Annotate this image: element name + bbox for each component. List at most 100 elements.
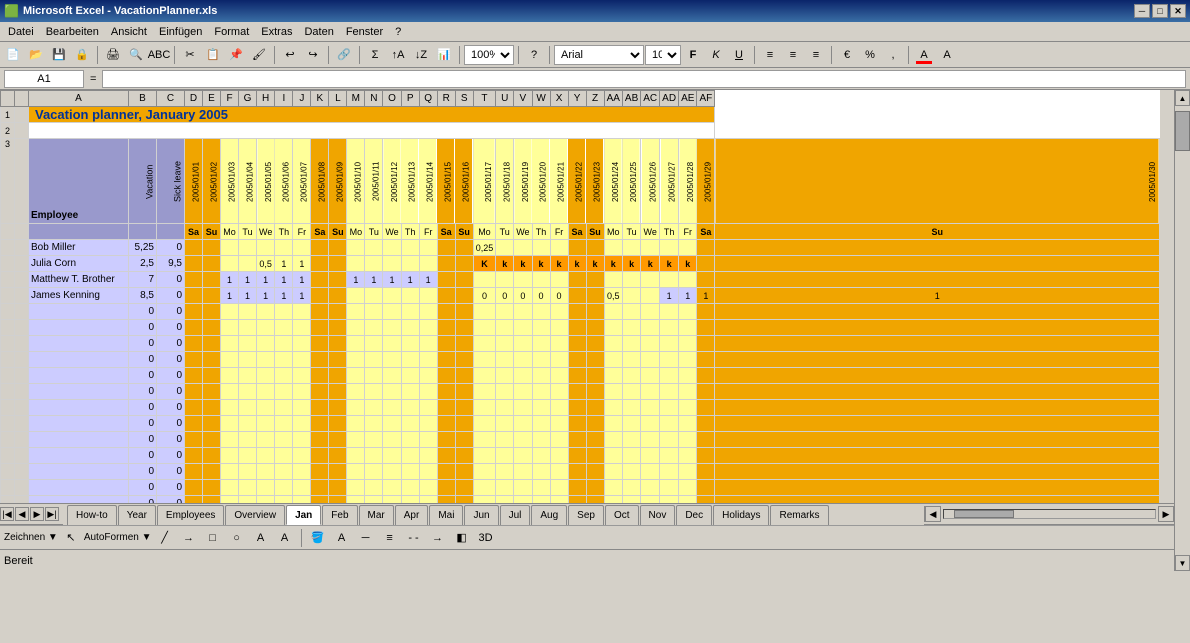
vscroll-track[interactable] xyxy=(1175,106,1190,555)
tab-oct[interactable]: Oct xyxy=(605,505,639,525)
font-select[interactable]: Arial xyxy=(554,45,644,65)
menu-extras[interactable]: Extras xyxy=(255,24,298,40)
font-color-button[interactable]: A xyxy=(936,44,958,66)
align-left[interactable]: ≡ xyxy=(759,44,781,66)
autosum-button[interactable]: Σ xyxy=(364,44,386,66)
format-painter[interactable]: 🖌 xyxy=(248,44,270,66)
permission-button[interactable]: 🔒 xyxy=(71,44,93,66)
hscroll-right[interactable]: ▶ xyxy=(1158,506,1174,522)
emp-vac-james: 8,5 xyxy=(129,288,157,304)
tab-mai[interactable]: Mai xyxy=(429,505,463,525)
arrow-style[interactable]: → xyxy=(427,527,449,549)
shadow-style[interactable]: ◧ xyxy=(451,527,473,549)
zoom-select[interactable]: 100% xyxy=(464,45,514,65)
menu-bearbeiten[interactable]: Bearbeiten xyxy=(40,24,105,40)
percent-button[interactable]: % xyxy=(859,44,881,66)
date-col-13: 2005/01/13 xyxy=(401,139,419,224)
cut-button[interactable]: ✂ xyxy=(179,44,201,66)
line-color[interactable]: ─ xyxy=(355,527,377,549)
tab-jul[interactable]: Jul xyxy=(500,505,531,525)
maximize-button[interactable]: □ xyxy=(1152,4,1168,18)
bold-button[interactable]: F xyxy=(682,44,704,66)
spell-button[interactable]: ABC xyxy=(148,44,170,66)
hscroll-thumb[interactable] xyxy=(954,510,1014,518)
draw-cursor[interactable]: ↖ xyxy=(60,527,82,549)
hscroll-left[interactable]: ◀ xyxy=(925,506,941,522)
tab-jun[interactable]: Jun xyxy=(464,505,498,525)
fill-color-button[interactable]: A xyxy=(913,44,935,66)
menu-format[interactable]: Format xyxy=(208,24,255,40)
tab-year[interactable]: Year xyxy=(118,505,156,525)
vscroll-down[interactable]: ▼ xyxy=(1175,555,1190,571)
draw-oval[interactable]: ○ xyxy=(226,527,248,549)
tab-next-btn[interactable]: ▶ xyxy=(30,507,44,521)
thousands-button[interactable]: , xyxy=(882,44,904,66)
paste-button[interactable]: 📌 xyxy=(225,44,247,66)
menu-daten[interactable]: Daten xyxy=(298,24,339,40)
menu-help[interactable]: ? xyxy=(389,24,407,40)
draw-rect[interactable]: □ xyxy=(202,527,224,549)
draw-textbox[interactable]: A xyxy=(250,527,272,549)
menu-fenster[interactable]: Fenster xyxy=(340,24,389,40)
currency-button[interactable]: € xyxy=(836,44,858,66)
tab-overview[interactable]: Overview xyxy=(225,505,285,525)
tab-dec[interactable]: Dec xyxy=(676,505,712,525)
hscroll-track[interactable] xyxy=(943,509,1156,519)
new-button[interactable]: 📄 xyxy=(2,44,24,66)
vscroll-thumb[interactable] xyxy=(1175,111,1190,151)
tab-holidays[interactable]: Holidays xyxy=(713,505,769,525)
cell-reference-input[interactable] xyxy=(4,70,84,88)
align-center[interactable]: ≡ xyxy=(782,44,804,66)
print-button[interactable]: 🖨 xyxy=(102,44,124,66)
hyperlink-button[interactable]: 🔗 xyxy=(333,44,355,66)
tab-remarks[interactable]: Remarks xyxy=(770,505,828,525)
help-button[interactable]: ? xyxy=(523,44,545,66)
tab-how-to[interactable]: How-to xyxy=(67,505,117,525)
align-right[interactable]: ≡ xyxy=(805,44,827,66)
open-button[interactable]: 📂 xyxy=(25,44,47,66)
tab-jan[interactable]: Jan xyxy=(286,505,321,525)
tab-sep[interactable]: Sep xyxy=(568,505,604,525)
3d-style[interactable]: 3D xyxy=(475,527,497,549)
preview-button[interactable]: 🔍 xyxy=(125,44,147,66)
line-style[interactable]: ≡ xyxy=(379,527,401,549)
save-button[interactable]: 💾 xyxy=(48,44,70,66)
sort-desc[interactable]: ↓Z xyxy=(410,44,432,66)
underline-button[interactable]: U xyxy=(728,44,750,66)
tab-apr[interactable]: Apr xyxy=(395,505,429,525)
draw-wordart[interactable]: A xyxy=(274,527,296,549)
draw-arrow[interactable]: → xyxy=(178,527,200,549)
fill-color2[interactable]: 🪣 xyxy=(307,527,329,549)
close-button[interactable]: ✕ xyxy=(1170,4,1186,18)
empty-data-row: 00 xyxy=(1,336,1160,352)
copy-button[interactable]: 📋 xyxy=(202,44,224,66)
menu-datei[interactable]: Datei xyxy=(2,24,40,40)
tab-first-btn[interactable]: |◀ xyxy=(0,507,14,521)
font-color2[interactable]: A xyxy=(331,527,353,549)
vscroll-up[interactable]: ▲ xyxy=(1175,90,1190,106)
font-size-select[interactable]: 10 xyxy=(645,45,681,65)
undo-button[interactable]: ↩ xyxy=(279,44,301,66)
sort-asc[interactable]: ↑A xyxy=(387,44,409,66)
date-col-25: 2005/01/25 xyxy=(622,139,640,224)
draw-line[interactable]: ╱ xyxy=(154,527,176,549)
spreadsheet-grid[interactable]: A B C D E F G H I J K L M N O xyxy=(0,90,1174,503)
dash-style[interactable]: - - xyxy=(403,527,425,549)
tab-aug[interactable]: Aug xyxy=(531,505,567,525)
tab-employees[interactable]: Employees xyxy=(157,505,224,525)
minimize-button[interactable]: ─ xyxy=(1134,4,1150,18)
redo-button[interactable]: ↪ xyxy=(302,44,324,66)
menu-ansicht[interactable]: Ansicht xyxy=(105,24,153,40)
date-col-02: 2005/01/02 xyxy=(203,139,221,224)
italic-button[interactable]: K xyxy=(705,44,727,66)
chart-button[interactable]: 📊 xyxy=(433,44,455,66)
formula-input[interactable] xyxy=(102,70,1186,88)
tab-mar[interactable]: Mar xyxy=(359,505,394,525)
tab-last-btn[interactable]: ▶| xyxy=(45,507,59,521)
vertical-scrollbar[interactable]: ▲ ▼ xyxy=(1174,90,1190,571)
tab-prev-btn[interactable]: ◀ xyxy=(15,507,29,521)
tab-feb[interactable]: Feb xyxy=(322,505,357,525)
title-bar: 🟩 Microsoft Excel - VacationPlanner.xls … xyxy=(0,0,1190,22)
menu-einfuegen[interactable]: Einfügen xyxy=(153,24,208,40)
tab-nov[interactable]: Nov xyxy=(640,505,676,525)
